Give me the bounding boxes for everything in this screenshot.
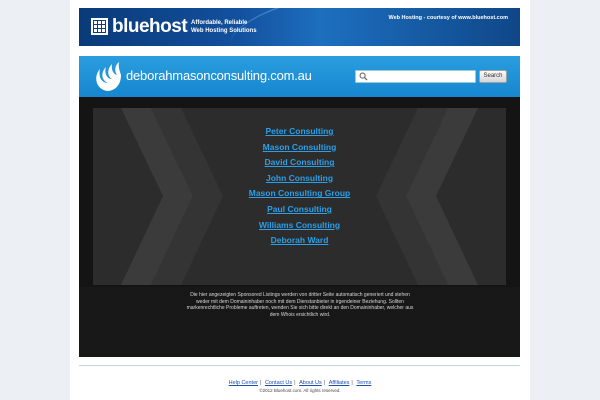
sponsored-link[interactable]: John Consulting: [266, 173, 333, 183]
sponsored-link-list: Peter Consulting Mason Consulting David …: [93, 121, 506, 246]
tagline-line2: Web Hosting Solutions: [191, 28, 257, 34]
tagline-line1: Affordable, Reliable: [191, 20, 248, 26]
sponsored-link[interactable]: Williams Consulting: [259, 220, 340, 230]
copyright-text: ©2012 Bluehost.com. All rights reserved.: [259, 388, 341, 393]
footer-separator: |: [294, 380, 296, 386]
sponsored-link[interactable]: Deborah Ward: [271, 235, 329, 245]
bluehost-logo-text[interactable]: bluehost: [112, 16, 188, 38]
search-icon: [359, 72, 368, 81]
list-item: Paul Consulting: [93, 199, 506, 215]
footer-link-terms[interactable]: Terms: [356, 380, 371, 386]
footer-link-about-us[interactable]: About Us: [299, 380, 322, 386]
list-item: Williams Consulting: [93, 215, 506, 231]
footer-link-affiliates[interactable]: Affiliates: [329, 380, 350, 386]
list-item: David Consulting: [93, 152, 506, 168]
footer-separator: |: [351, 380, 353, 386]
disclaimer-text: Die hier angezeigten Sponsored Listings …: [186, 292, 414, 318]
sponsored-link[interactable]: Mason Consulting: [263, 142, 337, 152]
domain-header: deborahmasonconsulting.com.au Search: [79, 56, 520, 97]
footer-links: Help Center | Contact Us | About Us | Affil…: [70, 380, 530, 386]
footer-link-help-center[interactable]: Help Center: [229, 380, 258, 386]
list-item: Mason Consulting: [93, 137, 506, 153]
sponsored-link[interactable]: David Consulting: [265, 157, 335, 167]
bluehost-banner[interactable]: bluehost Affordable, Reliable Web Hostin…: [79, 8, 520, 46]
swirl-logo-icon: [96, 62, 121, 91]
list-item: Peter Consulting: [93, 121, 506, 137]
main-content-area: Peter Consulting Mason Consulting David …: [79, 97, 520, 357]
footer-link-contact-us[interactable]: Contact Us: [265, 380, 292, 386]
list-item: Mason Consulting Group: [93, 183, 506, 199]
search-button[interactable]: Search: [479, 70, 507, 83]
domain-name-title: deborahmasonconsulting.com.au: [126, 68, 312, 83]
footer-separator: |: [323, 380, 326, 386]
list-item: Deborah Ward: [93, 230, 506, 246]
search-input[interactable]: [355, 70, 476, 83]
page-container: bluehost Affordable, Reliable Web Hostin…: [70, 0, 530, 400]
list-item: John Consulting: [93, 168, 506, 184]
footer-separator: |: [259, 380, 262, 386]
sponsored-link[interactable]: Paul Consulting: [267, 204, 332, 214]
footer-divider: [79, 365, 520, 366]
sponsored-links-panel: Peter Consulting Mason Consulting David …: [93, 108, 506, 285]
hosting-courtesy-text[interactable]: Web Hosting - courtesy of www.bluehost.c…: [389, 15, 508, 21]
bluehost-tagline: Affordable, Reliable Web Hosting Solutio…: [191, 19, 271, 35]
sponsored-link[interactable]: Mason Consulting Group: [249, 188, 351, 198]
bluehost-logo-icon: [91, 18, 108, 35]
sponsored-link[interactable]: Peter Consulting: [265, 126, 333, 136]
